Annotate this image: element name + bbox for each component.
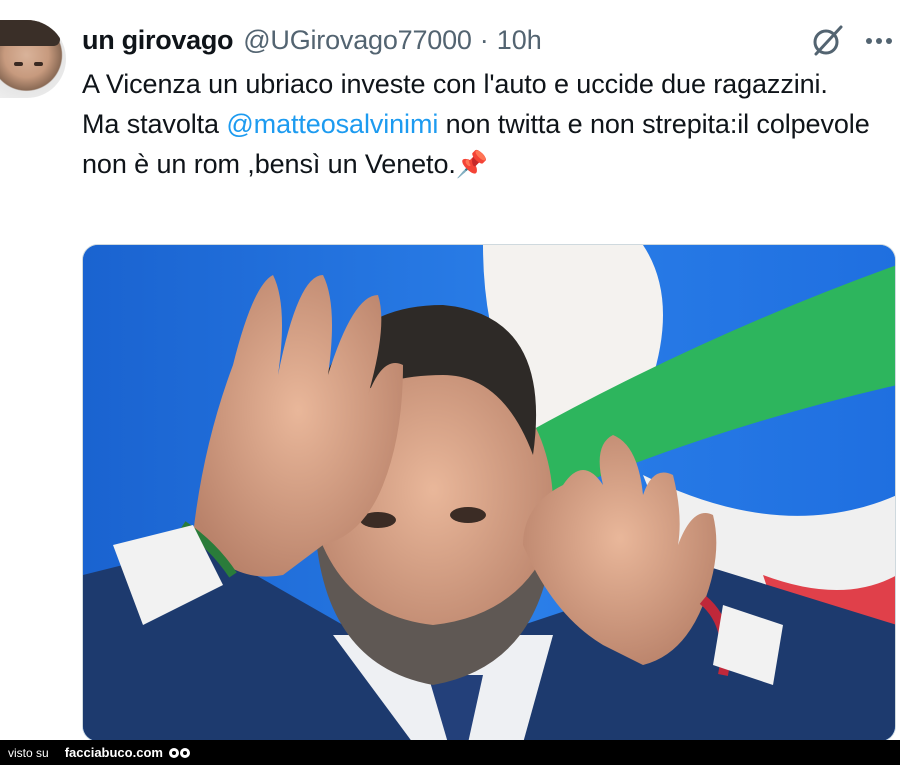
avatar[interactable] (0, 20, 66, 98)
tweet-header: un girovago @UGirovago77000 · 10h (82, 22, 542, 58)
visto-su-label: visto su (8, 745, 49, 760)
watermark-bar: visto su facciabuco.com (0, 740, 900, 765)
eyes-logo-icon (168, 747, 190, 758)
pushpin-icon: 📌 (455, 149, 489, 179)
more-horizontal-icon[interactable] (860, 24, 898, 58)
tweet-media-photo[interactable] (82, 244, 896, 742)
grok-slash-icon[interactable] (808, 22, 846, 60)
author-name[interactable]: un girovago (82, 25, 234, 56)
tweet-text-pre: Ma stavolta (82, 109, 227, 139)
site-logo-text[interactable]: facciabuco.com (65, 745, 163, 760)
tweet-text-line2: Ma stavolta @matteosalvinimi non twitta … (82, 104, 882, 184)
header-separator: · (479, 24, 489, 55)
tweet-text: A Vicenza un ubriaco investe con l'auto … (82, 64, 882, 184)
tweet-timestamp[interactable]: 10h (497, 25, 542, 56)
tweet-text-line1: A Vicenza un ubriaco investe con l'auto … (82, 69, 828, 99)
author-handle[interactable]: @UGirovago77000 (243, 25, 472, 56)
tweet-card[interactable]: un girovago @UGirovago77000 · 10h A Vice… (0, 0, 900, 742)
mention-link[interactable]: @matteosalvinimi (226, 109, 438, 139)
photo-illustration (83, 245, 895, 741)
